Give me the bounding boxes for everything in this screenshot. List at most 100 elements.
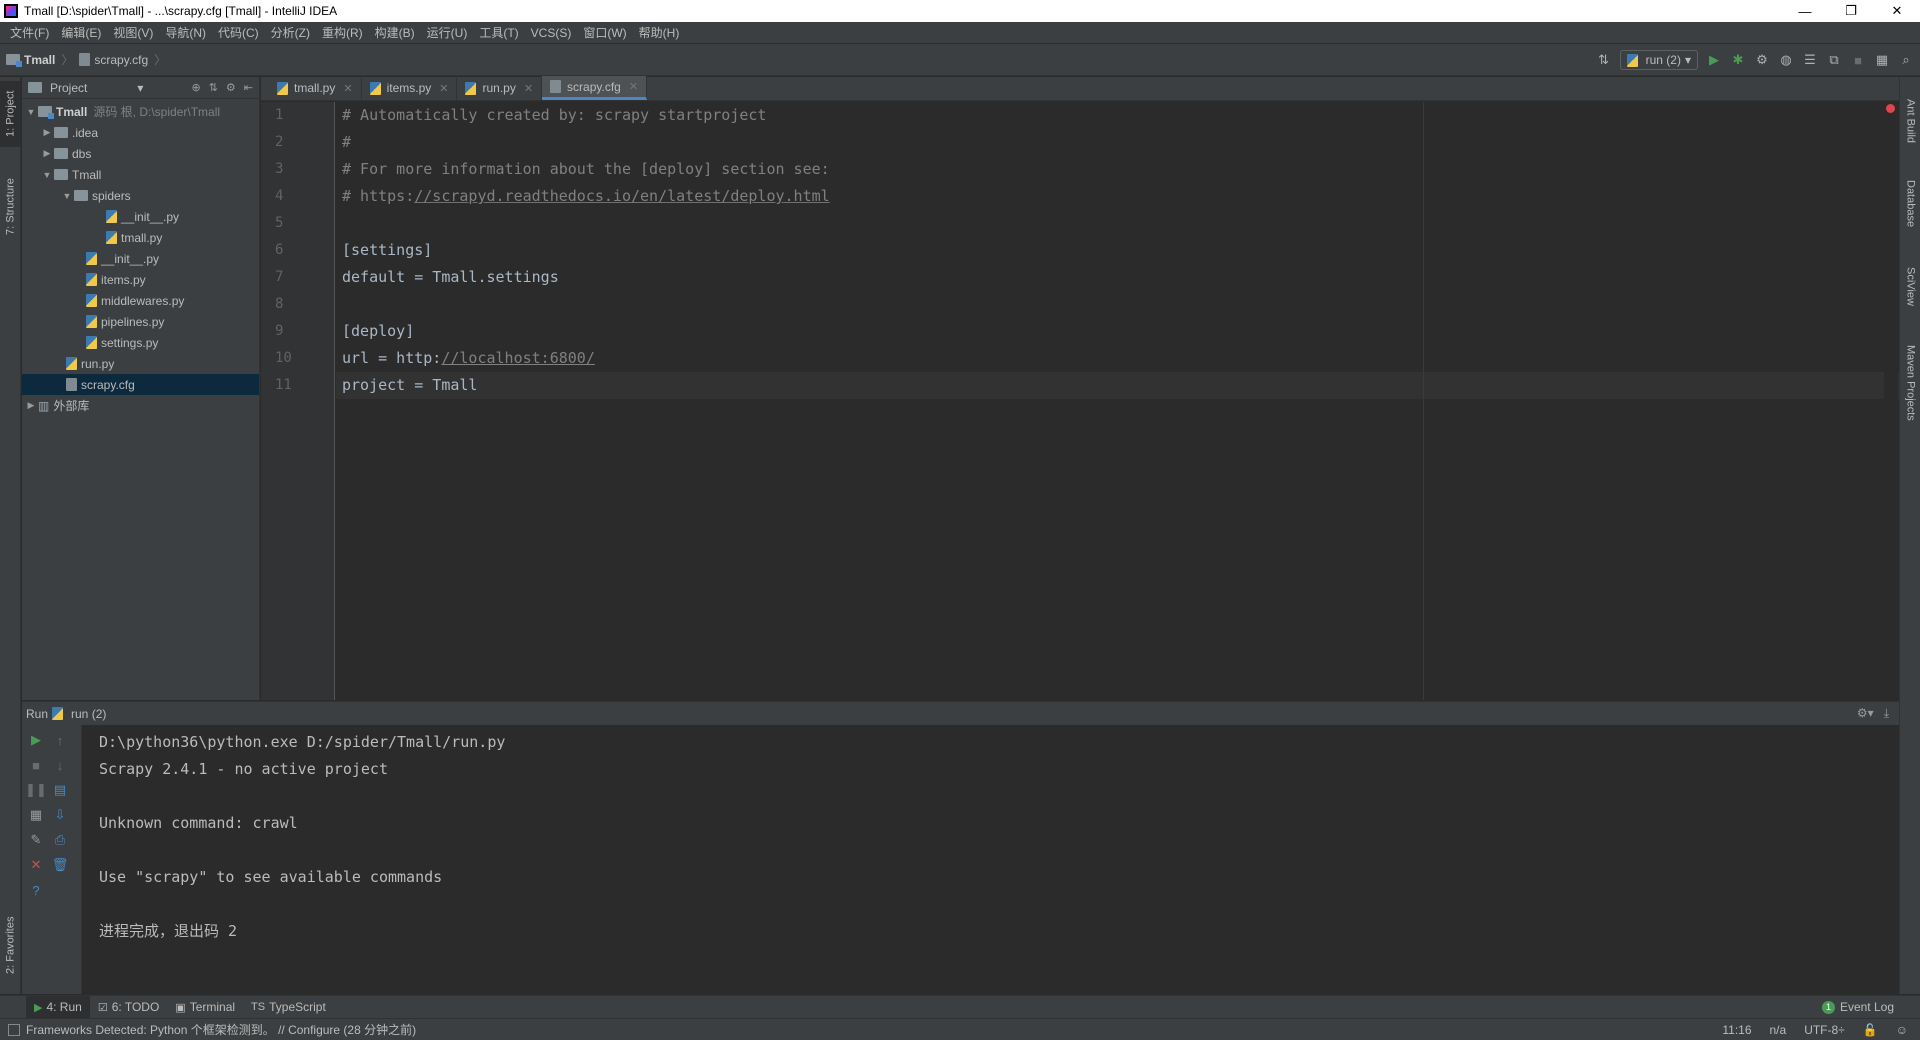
menu-build[interactable]: 构建(B)	[369, 24, 421, 41]
code-link[interactable]: //scrapyd.readthedocs.io/en/latest/deplo…	[414, 187, 829, 205]
menu-tools[interactable]: 工具(T)	[473, 24, 524, 41]
editor-tab-scrapy-cfg[interactable]: scrapy.cfg ✕	[542, 76, 648, 100]
code-line[interactable]	[336, 291, 1899, 318]
menu-file[interactable]: 文件(F)	[4, 24, 55, 41]
breadcrumb-file[interactable]: scrapy.cfg	[73, 53, 154, 67]
code-link[interactable]: //localhost:6800/	[441, 349, 595, 367]
scroll-from-source-icon[interactable]: ⊕	[191, 81, 200, 94]
menu-code[interactable]: 代码(C)	[212, 24, 265, 41]
tree-node-tmall-py[interactable]: tmall.py	[22, 227, 259, 248]
menu-view[interactable]: 视图(V)	[107, 24, 159, 41]
editor-tab-run-py[interactable]: run.py ✕	[457, 76, 543, 100]
code-line-current[interactable]: project = Tmall	[336, 372, 1899, 399]
tree-node-idea[interactable]: ▶ .idea	[22, 122, 259, 143]
tool-tab-sciview[interactable]: SciView	[1900, 255, 1920, 317]
settings-gear-icon[interactable]: ⚙	[226, 81, 236, 94]
code-line[interactable]: #	[336, 129, 1899, 156]
run-config-select[interactable]: run (2) ▾	[1619, 50, 1698, 70]
tree-node-middlewares[interactable]: middlewares.py	[22, 290, 259, 311]
tool-tab-structure[interactable]: 7: Structure	[0, 165, 21, 249]
editor-tab-items-py[interactable]: items.py ✕	[362, 76, 458, 100]
close-tab-icon[interactable]: ✕	[343, 82, 352, 95]
tree-node-spiders-init[interactable]: __init__.py	[22, 206, 259, 227]
hide-panel-icon[interactable]: ⇤	[244, 81, 253, 94]
tool-tab-database[interactable]: Database	[1900, 169, 1920, 239]
code-line[interactable]	[336, 210, 1899, 237]
code-line[interactable]: default = Tmall.settings	[336, 264, 1899, 291]
tool-tab-todo[interactable]: ☑ 6: TODO	[90, 996, 167, 1019]
hide-panel-icon[interactable]: ⤓	[1884, 706, 1889, 721]
coverage-icon[interactable]: ⚙	[1754, 52, 1770, 68]
menu-window[interactable]: 窗口(W)	[577, 24, 632, 41]
close-tab-icon[interactable]: ✕	[439, 82, 448, 95]
inspector-icon[interactable]: ☺	[1896, 1023, 1908, 1037]
tree-node-tmall-root[interactable]: ▼ Tmall 源码 根, D:\spider\Tmall	[22, 101, 259, 122]
menu-vcs[interactable]: VCS(S)	[525, 26, 578, 40]
code-line[interactable]: # https://scrapyd.readthedocs.io/en/late…	[336, 183, 1899, 210]
close-tab-icon[interactable]: ✕	[629, 80, 638, 93]
editor-tab-tmall-py[interactable]: tmall.py ✕	[269, 76, 362, 100]
tree-node-spiders[interactable]: ▼ spiders	[22, 185, 259, 206]
attach-icon[interactable]: ⧉	[1826, 52, 1842, 68]
stop-icon[interactable]: ■	[28, 757, 44, 773]
close-tab-icon[interactable]: ✕	[524, 82, 533, 95]
tool-tab-project[interactable]: 1: Project	[0, 81, 21, 147]
maximize-button[interactable]: ❐	[1828, 0, 1874, 22]
run-config-tab[interactable]: run (2)	[71, 707, 106, 721]
down-arrow-icon[interactable]: ↓	[52, 757, 68, 773]
run-icon[interactable]: ▶	[1706, 52, 1722, 68]
code-line[interactable]: url = http://localhost:6800/	[336, 345, 1899, 372]
tree-node-items[interactable]: items.py	[22, 269, 259, 290]
collapse-all-icon[interactable]: ⇅	[209, 81, 218, 94]
layout-icon[interactable]: ▦	[28, 807, 44, 823]
clear-trash-icon[interactable]: 🗑	[52, 857, 69, 873]
help-icon[interactable]: ?	[28, 882, 44, 898]
minimize-button[interactable]: —	[1782, 0, 1828, 22]
status-message[interactable]: Frameworks Detected: Python 个框架检测到。 // C…	[26, 1021, 416, 1038]
tree-node-pipelines[interactable]: pipelines.py	[22, 311, 259, 332]
line-separator[interactable]: n/a	[1770, 1023, 1787, 1037]
tree-node-scrapy-cfg[interactable]: scrapy.cfg	[22, 374, 259, 395]
scroll-to-end-icon[interactable]: ⇩	[52, 807, 68, 823]
tree-node-dbs[interactable]: ▶ dbs	[22, 143, 259, 164]
code-editor[interactable]: # Automatically created by: scrapy start…	[336, 102, 1899, 700]
code-line[interactable]: # For more information about the [deploy…	[336, 156, 1899, 183]
project-view-select[interactable]: Project ▾	[28, 81, 143, 95]
close-icon[interactable]: ✕	[28, 857, 44, 873]
debug-icon[interactable]: ✱	[1730, 52, 1746, 68]
tool-tab-maven-projects[interactable]: Maven Projects	[1900, 333, 1920, 433]
search-icon[interactable]: ⌕	[1898, 52, 1914, 68]
tree-node-tmall-package[interactable]: ▼ Tmall	[22, 164, 259, 185]
breadcrumb-project[interactable]: Tmall	[0, 53, 61, 67]
menu-navigate[interactable]: 导航(N)	[159, 24, 212, 41]
tool-tab-terminal[interactable]: ▣ Terminal	[167, 996, 243, 1019]
tree-node-run-py[interactable]: run.py	[22, 353, 259, 374]
code-line[interactable]: # Automatically created by: scrapy start…	[336, 102, 1899, 129]
soft-wrap-icon[interactable]: ▤	[52, 782, 68, 798]
toggle-tool-windows-icon[interactable]	[8, 1023, 20, 1036]
tool-tab-run[interactable]: ▶ 4: Run	[26, 995, 90, 1019]
menu-edit[interactable]: 编辑(E)	[55, 24, 107, 41]
error-indicator-icon[interactable]	[1886, 104, 1895, 113]
tool-tab-ant-build[interactable]: Ant Build	[1900, 85, 1920, 157]
pin-icon[interactable]: ✎	[28, 832, 44, 848]
profile-icon[interactable]: ◍	[1778, 52, 1794, 68]
menu-run[interactable]: 运行(U)	[421, 24, 474, 41]
tree-node-init[interactable]: __init__.py	[22, 248, 259, 269]
menu-help[interactable]: 帮助(H)	[633, 24, 686, 41]
pause-icon[interactable]: ❚❚	[25, 782, 47, 798]
event-log-button[interactable]: 1 Event Log	[1821, 1000, 1894, 1014]
tool-tab-favorites[interactable]: 2: Favorites	[0, 903, 21, 987]
code-line[interactable]: [settings]	[336, 237, 1899, 264]
rerun-icon[interactable]: ▶	[28, 732, 44, 748]
run-console[interactable]: D:\python36\python.exe D:/spider/Tmall/r…	[83, 725, 1899, 994]
menu-analyze[interactable]: 分析(Z)	[265, 24, 316, 41]
project-structure-icon[interactable]: ▦	[1874, 52, 1890, 68]
code-line[interactable]: [deploy]	[336, 318, 1899, 345]
concurrency-icon[interactable]: ☰	[1802, 52, 1818, 68]
stop-icon[interactable]: ■	[1850, 52, 1866, 68]
print-icon[interactable]: ⎙	[52, 832, 68, 848]
up-arrow-icon[interactable]: ↑	[52, 732, 68, 748]
close-window-button[interactable]: ✕	[1874, 0, 1920, 22]
build-icon[interactable]: ⇅	[1596, 52, 1612, 68]
